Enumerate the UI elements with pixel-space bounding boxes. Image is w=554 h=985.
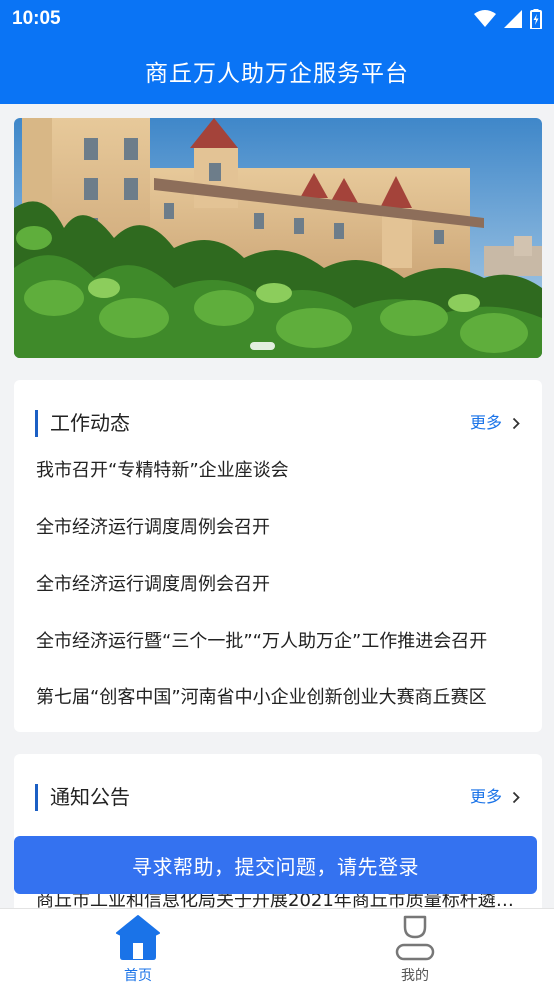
tab-home[interactable]: 首页: [78, 909, 198, 985]
notices-more-link[interactable]: 更多: [470, 785, 520, 809]
notices-header: 通知公告 更多: [14, 754, 542, 842]
work-news-header: 工作动态 更多: [14, 380, 542, 468]
chevron-right-icon: [512, 417, 520, 429]
banner-image: [14, 118, 542, 358]
work-news-card: 工作动态 更多 我市召开“专精特新”企业座谈会 全市经济运行调度周例会召开 全市…: [14, 380, 542, 732]
news-item[interactable]: 全市经济运行暨“三个一批”“万人助万企”工作推进会召开: [36, 629, 522, 655]
work-news-more-link[interactable]: 更多: [470, 411, 520, 435]
user-icon: [395, 915, 435, 961]
wifi-icon: [474, 10, 496, 27]
status-icons: [474, 9, 542, 29]
bottom-tab-bar: 首页 我的: [0, 908, 554, 985]
news-item[interactable]: 全市经济运行调度周例会召开: [36, 572, 522, 598]
home-icon: [116, 915, 160, 960]
tab-home-label: 首页: [124, 968, 152, 984]
login-help-label: 寻求帮助，提交问题，请先登录: [132, 854, 419, 879]
carousel-indicator: [250, 342, 275, 350]
page-title: 商丘万人助万企服务平台: [145, 61, 409, 87]
section-accent-bar: [35, 410, 38, 437]
more-label: 更多: [469, 413, 502, 432]
battery-icon: [530, 9, 542, 29]
login-help-button[interactable]: 寻求帮助，提交问题，请先登录: [14, 836, 537, 894]
work-news-title: 工作动态: [50, 411, 130, 435]
news-item[interactable]: 第七届“创客中国”河南省中小企业创新创业大赛商丘赛区: [36, 685, 522, 711]
notices-title: 通知公告: [50, 785, 130, 809]
tab-mine-label: 我的: [401, 968, 429, 984]
signal-icon: [504, 10, 522, 28]
chevron-right-icon: [512, 791, 520, 803]
status-time: 10:05: [12, 8, 61, 29]
news-item[interactable]: 我市召开“专精特新”企业座谈会: [36, 458, 522, 484]
news-item[interactable]: 全市经济运行调度周例会召开: [36, 515, 522, 541]
more-label: 更多: [469, 787, 502, 806]
banner-carousel[interactable]: [14, 118, 542, 358]
tab-mine[interactable]: 我的: [355, 909, 475, 985]
app-header: 商丘万人助万企服务平台: [0, 38, 554, 104]
status-bar: 10:05: [0, 0, 554, 38]
section-accent-bar: [35, 784, 38, 811]
